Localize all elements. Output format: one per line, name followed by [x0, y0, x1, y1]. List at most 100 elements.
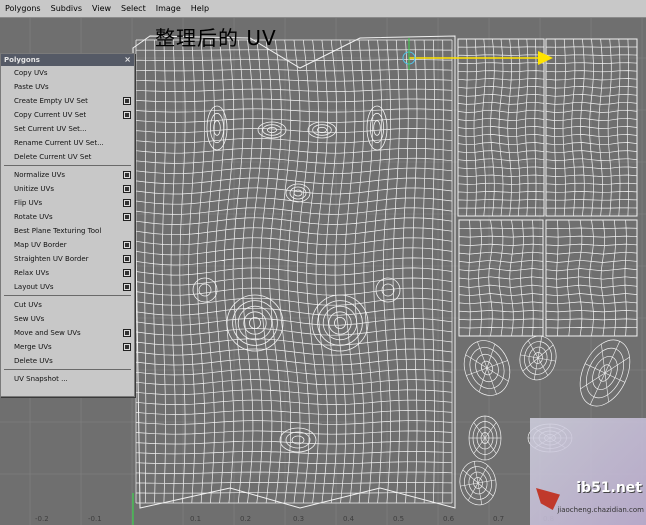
menu-item-label: Sew UVs — [14, 315, 45, 323]
shell-top-left-mesh — [457, 38, 545, 217]
menubar-item-subdivs[interactable]: Subdivs — [46, 0, 87, 17]
option-box-icon[interactable] — [123, 269, 131, 277]
menu-item-label: Move and Sew UVs — [14, 329, 81, 337]
menu-item-label: Set Current UV Set... — [14, 125, 87, 133]
menu-item-label: Copy UVs — [14, 69, 48, 77]
menu-title-label: Polygons — [4, 56, 40, 64]
option-box-icon[interactable] — [123, 343, 131, 351]
option-box-icon[interactable] — [123, 111, 131, 119]
menu-item-rotate-uvs[interactable]: Rotate UVs — [1, 210, 134, 224]
shell-mid-left-mesh — [458, 219, 544, 337]
shoulder-uv-left — [192, 277, 218, 303]
eye-uv-right — [312, 124, 332, 136]
menu-item-label: Create Empty UV Set — [14, 97, 88, 105]
menu-items: Copy UVs Paste UVs Create Empty UV Set Copy… — [1, 66, 134, 386]
eye-uv-right — [316, 126, 328, 134]
menu-item-cut-uvs[interactable]: Cut UVs — [1, 298, 134, 312]
watermark: ib51.net jiaocheng.chazidian.com — [530, 418, 646, 525]
menu-item-label: Flip UVs — [14, 199, 43, 207]
menu-item-create-empty-uv-set[interactable]: Create Empty UV Set — [1, 94, 134, 108]
axis-tick-label: 0.7 — [493, 515, 505, 523]
menu-item-label: Delete UVs — [14, 357, 53, 365]
menu-item-label: Relax UVs — [14, 269, 50, 277]
menu-item-label: Delete Current UV Set — [14, 153, 92, 161]
menu-item-label: Rename Current UV Set... — [14, 139, 104, 147]
axis-tick-label: 0.2 — [240, 515, 252, 523]
option-box-icon[interactable] — [123, 171, 131, 179]
menubar-item-select[interactable]: Select — [116, 0, 151, 17]
axis-tick-label: 0.6 — [443, 515, 455, 523]
menu-item-move-and-sew-uvs[interactable]: Move and Sew UVs — [1, 326, 134, 340]
menu-bar: Polygons Subdivs View Select Image Help — [0, 0, 646, 18]
hand-uv-1 — [463, 340, 511, 396]
menu-item-label: Copy Current UV Set — [14, 111, 87, 119]
menu-item-copy-uvs[interactable]: Copy UVs — [1, 66, 134, 80]
menu-item-straighten-uv-border[interactable]: Straighten UV Border — [1, 252, 134, 266]
menu-item-label: Unitize UVs — [14, 185, 54, 193]
option-box-icon[interactable] — [123, 97, 131, 105]
menubar-item-polygons[interactable]: Polygons — [0, 0, 46, 17]
hand-uv-5 — [459, 460, 497, 506]
menu-item-layout-uvs[interactable]: Layout UVs — [1, 280, 134, 294]
canvas-title: 整理后的 UV — [155, 26, 277, 50]
menu-item-sew-uvs[interactable]: Sew UVs — [1, 312, 134, 326]
menu-item-copy-current-uv-set[interactable]: Copy Current UV Set — [1, 108, 134, 122]
foot-uv-1 — [579, 339, 631, 407]
axis-tick-label: 0.4 — [343, 515, 355, 523]
ear-uv-left — [213, 120, 221, 136]
ear-uv-right — [373, 120, 381, 136]
body-uv-mesh — [135, 39, 453, 504]
menu-item-label: Rotate UVs — [14, 213, 53, 221]
menubar-item-help[interactable]: Help — [186, 0, 214, 17]
menu-item-best-plane-texturing-tool[interactable]: Best Plane Texturing Tool — [1, 224, 134, 238]
option-box-icon[interactable] — [123, 255, 131, 263]
menu-item-delete-current-uv-set[interactable]: Delete Current UV Set — [1, 150, 134, 164]
menubar-item-view[interactable]: View — [87, 0, 116, 17]
menu-item-delete-uvs[interactable]: Delete UVs — [1, 354, 134, 368]
axis-tick-label: 0.5 — [393, 515, 405, 523]
menu-item-label: Straighten UV Border — [14, 255, 89, 263]
menu-item-label: Layout UVs — [14, 283, 54, 291]
menu-item-label: Merge UVs — [14, 343, 52, 351]
menu-item-paste-uvs[interactable]: Paste UVs — [1, 80, 134, 94]
close-icon[interactable]: × — [124, 54, 131, 66]
hand-uv-2 — [519, 335, 557, 381]
option-box-icon[interactable] — [123, 185, 131, 193]
axis-tick-label: 0.3 — [293, 515, 305, 523]
menu-item-unitize-uvs[interactable]: Unitize UVs — [1, 182, 134, 196]
chest-uv-left — [248, 316, 261, 329]
option-box-icon[interactable] — [123, 329, 131, 337]
option-box-icon[interactable] — [123, 241, 131, 249]
menu-item-label: Best Plane Texturing Tool — [14, 227, 102, 235]
menu-item-relax-uvs[interactable]: Relax UVs — [1, 266, 134, 280]
hand-uv-3 — [468, 415, 502, 461]
option-box-icon[interactable] — [123, 213, 131, 221]
menu-item-label: Cut UVs — [14, 301, 42, 309]
menubar-item-image[interactable]: Image — [151, 0, 186, 17]
watermark-brand: ib51.net — [576, 480, 642, 496]
axis-tick-label: 0.1 — [190, 515, 202, 523]
menu-item-flip-uvs[interactable]: Flip UVs — [1, 196, 134, 210]
menu-title[interactable]: Polygons × — [1, 54, 134, 66]
menu-item-merge-uvs[interactable]: Merge UVs — [1, 340, 134, 354]
menu-item-label: Paste UVs — [14, 83, 49, 91]
navel-uv — [285, 431, 311, 449]
menu-item-label: UV Snapshot ... — [14, 375, 68, 383]
menu-item-label: Map UV Border — [14, 241, 67, 249]
option-box-icon[interactable] — [123, 199, 131, 207]
chest-uv-right — [317, 300, 363, 346]
shoulder-uv-left — [198, 283, 212, 297]
shell-mid-right-mesh — [545, 219, 638, 337]
axis-tick-label: -0.2 — [35, 515, 49, 523]
menu-item-set-current-uv-set[interactable]: Set Current UV Set... — [1, 122, 134, 136]
polygons-menu: Polygons × Copy UVs Paste UVs Create Empty… — [0, 53, 135, 397]
option-box-icon[interactable] — [123, 283, 131, 291]
menu-item-uv-snapshot[interactable]: UV Snapshot ... — [1, 372, 134, 386]
shell-top-right-mesh — [545, 38, 638, 217]
ear-uv-left — [209, 112, 225, 144]
mouth-uv — [293, 189, 303, 197]
axis-tick-label: -0.1 — [88, 515, 102, 523]
menu-item-rename-current-uv-set[interactable]: Rename Current UV Set... — [1, 136, 134, 150]
menu-item-normalize-uvs[interactable]: Normalize UVs — [1, 168, 134, 182]
menu-item-map-uv-border[interactable]: Map UV Border — [1, 238, 134, 252]
